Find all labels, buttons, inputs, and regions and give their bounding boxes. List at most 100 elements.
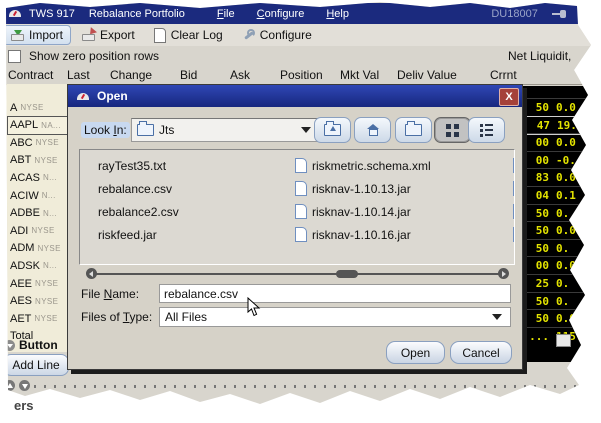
- file-name-input[interactable]: [159, 284, 511, 303]
- contract-cell-aee[interactable]: AEENYSE: [7, 274, 72, 293]
- col-mkt-val[interactable]: Mkt Val: [340, 68, 379, 82]
- chevron-down-icon: [301, 127, 311, 133]
- col-crrnt[interactable]: Crrnt: [490, 68, 517, 82]
- open-button[interactable]: Open: [386, 341, 445, 364]
- file-item[interactable]: [513, 223, 515, 246]
- file-item-risknav-1.10.16.jar[interactable]: risknav-1.10.16.jar: [295, 223, 431, 246]
- file-name-text: risknav-1.10.16.jar: [312, 228, 411, 242]
- menu-configure[interactable]: Configure: [257, 8, 305, 20]
- scroll-right-icon[interactable]: [498, 268, 509, 279]
- dialog-title-bar[interactable]: Open X: [68, 85, 522, 107]
- col-ask[interactable]: Ask: [230, 68, 250, 82]
- scroll-up-button[interactable]: [4, 380, 15, 391]
- file-item-rebalance2.csv[interactable]: rebalance2.csv: [98, 200, 179, 223]
- exchange-label: NYSE: [31, 226, 54, 235]
- file-item-risknav-1.10.14.jar[interactable]: risknav-1.10.14.jar: [295, 200, 431, 223]
- col-contract[interactable]: Contract: [8, 68, 53, 82]
- col-change[interactable]: Change: [110, 68, 152, 82]
- quote-value-1: 83: [536, 171, 549, 184]
- home-icon: [367, 125, 379, 135]
- file-list-column-2: riskmetric.schema.xml risknav-1.10.13.jar…: [295, 154, 431, 246]
- file-item-riskfeed.jar[interactable]: riskfeed.jar: [98, 223, 179, 246]
- list-view-button[interactable]: [468, 117, 505, 143]
- file-icon: [295, 158, 307, 173]
- col-position[interactable]: Position: [280, 68, 323, 82]
- exchange-label: NYSE: [34, 156, 57, 165]
- contract-cell-aet[interactable]: AETNYSE: [7, 309, 72, 328]
- contract-cell-acas[interactable]: ACASN...: [7, 168, 72, 187]
- quote-value-1: 50: [536, 242, 549, 255]
- toolbar: Import Export Clear Log Configure: [0, 24, 601, 46]
- home-button[interactable]: [354, 117, 391, 143]
- file-item-riskmetric.schema.xml[interactable]: riskmetric.schema.xml: [295, 154, 431, 177]
- col-deliv-value[interactable]: Deliv Value: [397, 68, 457, 82]
- file-item-rebalance.csv[interactable]: rebalance.csv: [98, 177, 179, 200]
- contract-cell-aciw[interactable]: ACIWN...: [7, 186, 72, 205]
- file-item[interactable]: [513, 177, 515, 200]
- buttons-section[interactable]: Button: [4, 336, 74, 354]
- configure-button[interactable]: Configure: [234, 25, 320, 45]
- contract-cell-adbe[interactable]: ADBEN...: [7, 204, 72, 223]
- contract-cell-abc[interactable]: ABCNYSE: [7, 133, 72, 152]
- folder-icon: [137, 124, 154, 136]
- file-item[interactable]: [513, 200, 515, 223]
- file-item[interactable]: [513, 154, 515, 177]
- show-zero-checkbox[interactable]: [8, 50, 21, 63]
- exchange-label: N...: [42, 191, 56, 200]
- scroll-left-icon[interactable]: [86, 268, 97, 279]
- dialog-close-button[interactable]: X: [499, 88, 519, 106]
- ticker-symbol: ADM: [10, 242, 34, 254]
- contract-cell-adm[interactable]: ADMNYSE: [7, 239, 72, 258]
- contract-cell-adi[interactable]: ADINYSE: [7, 221, 72, 240]
- contract-cell-adsk[interactable]: ADSKN...: [7, 256, 72, 275]
- scrollbar-thumb[interactable]: [336, 270, 358, 278]
- quote-value-1: 50: [536, 101, 549, 114]
- contract-cell-aes[interactable]: AESNYSE: [7, 292, 72, 311]
- cancel-button[interactable]: Cancel: [450, 341, 512, 364]
- horizontal-scrollbar[interactable]: [86, 268, 509, 280]
- dotted-divider: [34, 385, 586, 388]
- file-icon: [513, 158, 515, 173]
- pin-icon[interactable]: [552, 9, 568, 19]
- contract-cell-abt[interactable]: ABTNYSE: [7, 151, 72, 170]
- ticker-symbol: AAPL: [10, 119, 38, 131]
- look-in-value: Jts: [159, 123, 174, 137]
- new-folder-button[interactable]: [395, 117, 432, 143]
- import-button[interactable]: Import: [3, 25, 71, 45]
- window-title: Rebalance Portfolio: [89, 8, 185, 20]
- help-icon[interactable]: ?: [578, 5, 587, 22]
- up-one-level-button[interactable]: [314, 117, 351, 143]
- exchange-label: NYSE: [20, 103, 43, 112]
- col-last[interactable]: Last: [67, 68, 90, 82]
- export-button[interactable]: Export: [74, 25, 143, 45]
- quote-value-2: 0.0: [556, 171, 601, 184]
- quote-row-a: 500.0: [520, 98, 601, 116]
- quote-value-2: 0.: [556, 295, 601, 308]
- import-icon: [11, 30, 24, 41]
- exchange-label: NYSE: [36, 138, 59, 147]
- contract-cell-aapl[interactable]: AAPLNA...: [7, 116, 72, 135]
- file-item-risknav-1.10.13.jar[interactable]: risknav-1.10.13.jar: [295, 177, 431, 200]
- quote-value-2: 0.0: [556, 224, 601, 237]
- file-name-text: rebalance.csv: [98, 182, 172, 196]
- file-name-text: risknav-1.10.13.jar: [312, 182, 411, 196]
- add-line-button[interactable]: Add Line: [3, 354, 69, 376]
- collapse-toggle-icon[interactable]: [4, 340, 15, 351]
- quote-value-2: -0.: [556, 154, 601, 167]
- menu-file[interactable]: File: [217, 8, 235, 20]
- contract-cell-a[interactable]: ANYSE: [7, 98, 72, 117]
- clear-log-button[interactable]: Clear Log: [146, 25, 231, 46]
- grid-view-button[interactable]: [434, 117, 471, 143]
- file-item-rayTest35.txt[interactable]: rayTest35.txt: [98, 154, 179, 177]
- col-bid[interactable]: Bid: [180, 68, 197, 82]
- file-icon: [295, 181, 307, 196]
- scroll-down-button[interactable]: [19, 380, 30, 391]
- exchange-label: NYSE: [37, 244, 60, 253]
- file-list[interactable]: rayTest35.txt rebalance.csv rebalance2.csv…: [79, 149, 515, 265]
- menu-help[interactable]: Help: [326, 8, 349, 20]
- open-dialog: Open X Look In: Jts rayTest35.txtrebalan…: [67, 84, 523, 370]
- look-in-combobox[interactable]: Jts: [131, 118, 318, 142]
- files-of-type-combobox[interactable]: All Files: [159, 307, 511, 327]
- account-id: DU18007: [491, 8, 537, 20]
- title-bar: TWS 917 Rebalance Portfolio File Configu…: [0, 3, 601, 24]
